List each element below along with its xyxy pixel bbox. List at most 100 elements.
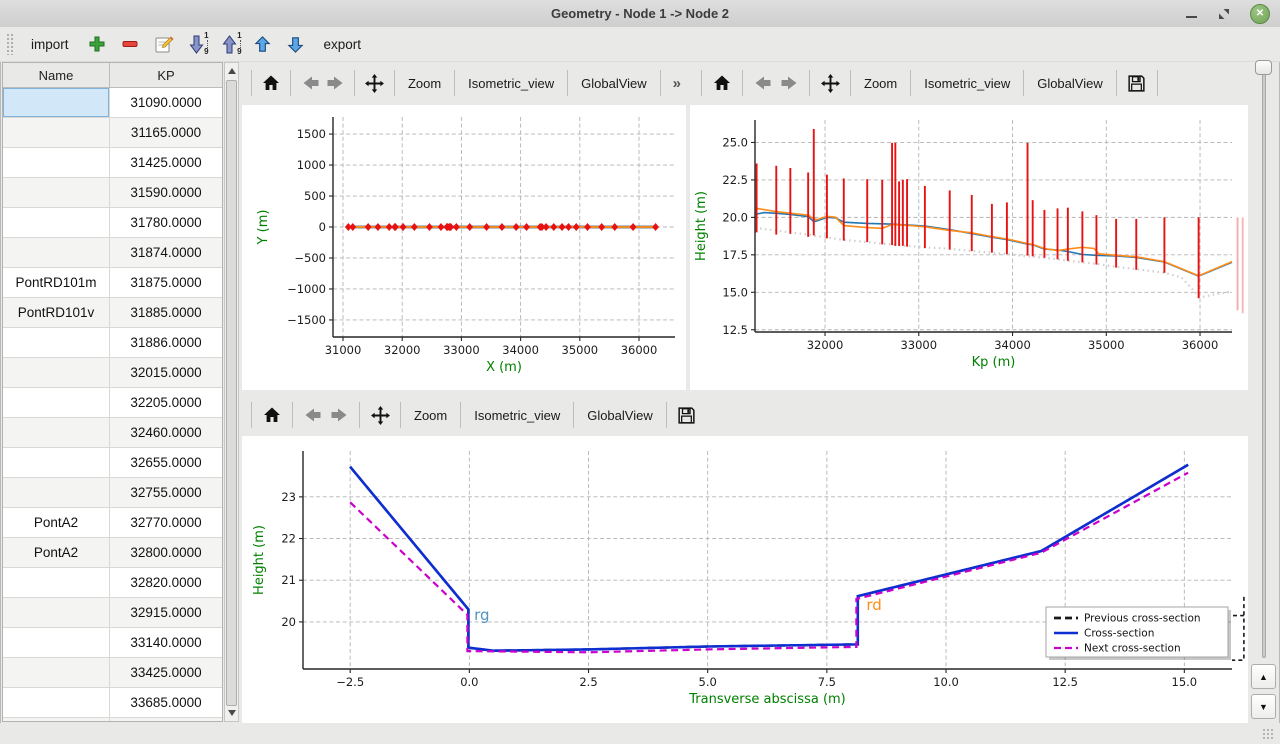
kp-cell[interactable]: 31780.0000: [110, 208, 222, 238]
table-row[interactable]: 33425.0000: [3, 658, 222, 688]
table-row[interactable]: 32915.0000: [3, 598, 222, 628]
name-cell[interactable]: [3, 568, 110, 598]
kp-cell[interactable]: 32655.0000: [110, 448, 222, 478]
isometric-view-button[interactable]: Isometric_view: [462, 72, 560, 95]
zoom-button[interactable]: Zoom: [408, 404, 453, 427]
table-scrollbar-thumb[interactable]: [226, 80, 237, 706]
kp-cell[interactable]: 32820.0000: [110, 568, 222, 598]
kp-cell[interactable]: 31875.0000: [110, 268, 222, 298]
sort-ascending-button[interactable]: 19: [216, 31, 243, 58]
minimize-button[interactable]: [1186, 16, 1197, 18]
kp-cell[interactable]: 32755.0000: [110, 478, 222, 508]
home-button[interactable]: [709, 70, 735, 96]
name-cell[interactable]: [3, 628, 110, 658]
save-button[interactable]: [1124, 70, 1150, 96]
table-row[interactable]: 32655.0000: [3, 448, 222, 478]
toolbar-drag-handle[interactable]: [6, 33, 13, 55]
kp-cell[interactable]: 32915.0000: [110, 598, 222, 628]
close-button[interactable]: ✕: [1250, 4, 1270, 24]
restore-button[interactable]: [1217, 7, 1230, 20]
export-button[interactable]: export: [315, 32, 371, 57]
name-cell[interactable]: [3, 358, 110, 388]
table-row[interactable]: 32015.0000: [3, 358, 222, 388]
forward-button[interactable]: [323, 70, 347, 96]
zoom-button[interactable]: Zoom: [858, 72, 903, 95]
name-cell[interactable]: [3, 328, 110, 358]
table-row[interactable]: 32755.0000: [3, 478, 222, 508]
table-row[interactable]: PontRD101v31885.0000: [3, 298, 222, 328]
profile-view-chart[interactable]: 320003300034000350003600012.515.017.520.…: [690, 105, 1248, 390]
sort-descending-button[interactable]: 19: [183, 31, 210, 58]
import-button[interactable]: import: [22, 32, 78, 57]
name-cell[interactable]: [3, 148, 110, 178]
name-cell[interactable]: PontRD101m: [3, 268, 110, 298]
table-row[interactable]: 32205.0000: [3, 388, 222, 418]
table-row[interactable]: 31590.0000: [3, 178, 222, 208]
zoom-button[interactable]: Zoom: [402, 72, 447, 95]
back-button[interactable]: [750, 70, 776, 96]
name-cell[interactable]: [3, 178, 110, 208]
kp-cell[interactable]: [110, 718, 222, 722]
name-cell[interactable]: PontA2: [3, 538, 110, 568]
table-row[interactable]: [3, 718, 222, 722]
add-row-button[interactable]: [84, 31, 111, 58]
name-cell[interactable]: [3, 478, 110, 508]
back-button[interactable]: [298, 70, 322, 96]
table-header-name[interactable]: Name: [3, 63, 110, 87]
kp-cell[interactable]: 31886.0000: [110, 328, 222, 358]
kp-cell[interactable]: 32205.0000: [110, 388, 222, 418]
table-row[interactable]: 33685.0000: [3, 688, 222, 718]
name-cell[interactable]: PontA2: [3, 508, 110, 538]
global-view-button[interactable]: GlobalView: [1031, 72, 1109, 95]
name-cell[interactable]: [3, 688, 110, 718]
global-view-button[interactable]: GlobalView: [581, 404, 659, 427]
kp-cell[interactable]: 31885.0000: [110, 298, 222, 328]
kp-cell[interactable]: 31874.0000: [110, 238, 222, 268]
name-cell[interactable]: [3, 388, 110, 418]
name-cell[interactable]: [3, 118, 110, 148]
global-view-button[interactable]: GlobalView: [575, 72, 653, 95]
plan-view-chart[interactable]: 310003200033000340003500036000−1500−1000…: [242, 105, 686, 390]
kp-cell[interactable]: 33685.0000: [110, 688, 222, 718]
home-button[interactable]: [259, 70, 283, 96]
isometric-view-button[interactable]: Isometric_view: [918, 72, 1016, 95]
move-up-button[interactable]: [249, 31, 276, 58]
table-row[interactable]: PontRD101m31875.0000: [3, 268, 222, 298]
name-cell[interactable]: PontRD101v: [3, 298, 110, 328]
kp-cell[interactable]: 31590.0000: [110, 178, 222, 208]
kp-cell[interactable]: 31425.0000: [110, 148, 222, 178]
scroll-down-zone[interactable]: [225, 705, 238, 721]
name-cell[interactable]: [3, 448, 110, 478]
kp-cell[interactable]: 32770.0000: [110, 508, 222, 538]
table-row[interactable]: 31165.0000: [3, 118, 222, 148]
scroll-up-icon[interactable]: [228, 68, 236, 74]
delete-row-button[interactable]: [117, 31, 144, 58]
table-row[interactable]: PontA232770.0000: [3, 508, 222, 538]
kp-cell[interactable]: 33140.0000: [110, 628, 222, 658]
table-row[interactable]: 31780.0000: [3, 208, 222, 238]
back-button[interactable]: [300, 402, 326, 428]
kp-cell[interactable]: 33425.0000: [110, 658, 222, 688]
table-row[interactable]: 31425.0000: [3, 148, 222, 178]
forward-button[interactable]: [326, 402, 352, 428]
forward-button[interactable]: [776, 70, 802, 96]
table-row[interactable]: 31874.0000: [3, 238, 222, 268]
toolbar-overflow-button[interactable]: »: [668, 75, 686, 92]
resize-grip[interactable]: [1262, 728, 1274, 740]
right-slider-track[interactable]: [1262, 66, 1266, 658]
table-row[interactable]: 33140.0000: [3, 628, 222, 658]
kp-cell[interactable]: 31165.0000: [110, 118, 222, 148]
scroll-up-button[interactable]: ▲: [1251, 664, 1276, 689]
name-cell[interactable]: [3, 598, 110, 628]
move-down-button[interactable]: [282, 31, 309, 58]
isometric-view-button[interactable]: Isometric_view: [468, 404, 566, 427]
name-cell[interactable]: [3, 718, 110, 722]
kp-cell[interactable]: 32460.0000: [110, 418, 222, 448]
table-header-kp[interactable]: KP: [110, 63, 222, 87]
titlebar[interactable]: Geometry - Node 1 -> Node 2 ✕: [0, 0, 1280, 28]
table-row[interactable]: PontA232800.0000: [3, 538, 222, 568]
name-cell[interactable]: [3, 208, 110, 238]
table-row[interactable]: 31886.0000: [3, 328, 222, 358]
kp-cell[interactable]: 32800.0000: [110, 538, 222, 568]
right-slider-thumb[interactable]: [1255, 60, 1272, 75]
